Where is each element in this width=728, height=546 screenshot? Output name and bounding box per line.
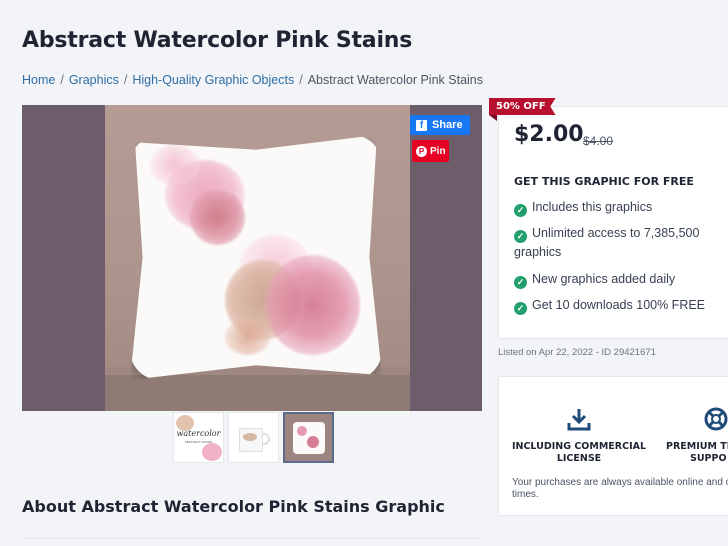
feature-text: Unlimited access to 7,385,500 graphics [514, 226, 700, 259]
pinterest-icon: P [416, 145, 427, 157]
breadcrumb-separator: / [123, 73, 128, 87]
breadcrumb-separator: / [60, 73, 64, 87]
feature-text: Get 10 downloads 100% FREE [532, 298, 706, 312]
feature-item: ✓ Unlimited access to 7,385,500 graphics [514, 224, 719, 262]
breadcrumb-category[interactable]: High-Quality Graphic Objects [132, 73, 294, 87]
pillow-mockup [130, 135, 382, 380]
ribbon-fold [489, 115, 497, 121]
listing-info: Listed on Apr 22, 2022 - ID 29421671 [498, 347, 656, 358]
breadcrumb-home[interactable]: Home [22, 73, 55, 87]
license-card: INCLUDING COMMERCIAL LICENSE PREMIUM TEC… [498, 376, 728, 516]
feature-text: Includes this graphics [532, 200, 653, 214]
breadcrumb-separator: / [299, 73, 303, 87]
premium-support-line2: SUPPO [690, 453, 727, 464]
facebook-icon: f [416, 119, 427, 131]
check-icon: ✓ [514, 276, 527, 289]
check-icon: ✓ [514, 302, 527, 315]
pinterest-pin-label: Pin [430, 145, 446, 157]
lifebuoy-icon [704, 407, 728, 431]
mug-handle [262, 433, 270, 445]
purchases-note: Your purchases are always available onli… [512, 477, 728, 500]
thumbnail-mug[interactable] [228, 412, 279, 463]
discount-badge: 50% OFF [489, 98, 556, 115]
mug-stain [243, 433, 257, 441]
premium-support-label: PREMIUM TEC SUPPO [659, 441, 728, 465]
free-offer-heading: GET THIS GRAPHIC FOR FREE [514, 175, 694, 188]
page-title: Abstract Watercolor Pink Stains [22, 28, 413, 53]
breadcrumb-graphics[interactable]: Graphics [69, 73, 119, 87]
thumbnail-stain [297, 426, 307, 436]
premium-support-line1: PREMIUM TEC [666, 441, 728, 452]
breadcrumb-current: Abstract Watercolor Pink Stains [307, 73, 483, 87]
feature-item: ✓ New graphics added daily [514, 270, 719, 289]
thumbnail-title: watercolor [176, 429, 221, 438]
thumbnail-subtitle: ABSTRACT STAINS [184, 440, 213, 444]
feature-item: ✓ Get 10 downloads 100% FREE [514, 296, 719, 315]
feature-item: ✓ Includes this graphics [514, 198, 719, 217]
breadcrumb: Home / Graphics / High-Quality Graphic Objec… [22, 73, 483, 87]
pinterest-pin-button[interactable]: P Pin [412, 140, 449, 162]
commercial-license-label: INCLUDING COMMERCIAL LICENSE [509, 441, 649, 465]
thumbnail-stain [202, 443, 222, 461]
divider [22, 538, 482, 539]
watercolor-stain [265, 255, 360, 355]
feature-text: New graphics added daily [532, 272, 676, 286]
thumbnail-strip: watercolor ABSTRACT STAINS [173, 412, 334, 463]
original-price: $4.00 [583, 134, 614, 148]
commercial-license-line2: LICENSE [556, 453, 602, 464]
commercial-license-line1: INCLUDING COMMERCIAL [511, 441, 647, 452]
download-icon [567, 409, 591, 431]
image-sofa [105, 375, 410, 411]
facebook-share-label: Share [432, 119, 463, 131]
thumbnail-watercolor[interactable]: watercolor ABSTRACT STAINS [173, 412, 224, 463]
check-icon: ✓ [514, 230, 527, 243]
watercolor-stain [225, 320, 270, 355]
watercolor-stain [190, 190, 245, 245]
current-price: $2.00 [514, 122, 584, 147]
thumbnail-pillow[interactable] [283, 412, 334, 463]
facebook-share-button[interactable]: f Share [410, 115, 470, 135]
thumbnail-stain [307, 436, 319, 448]
check-icon: ✓ [514, 204, 527, 217]
about-heading: About Abstract Watercolor Pink Stains Gr… [22, 497, 445, 516]
watercolor-stain [150, 145, 200, 185]
